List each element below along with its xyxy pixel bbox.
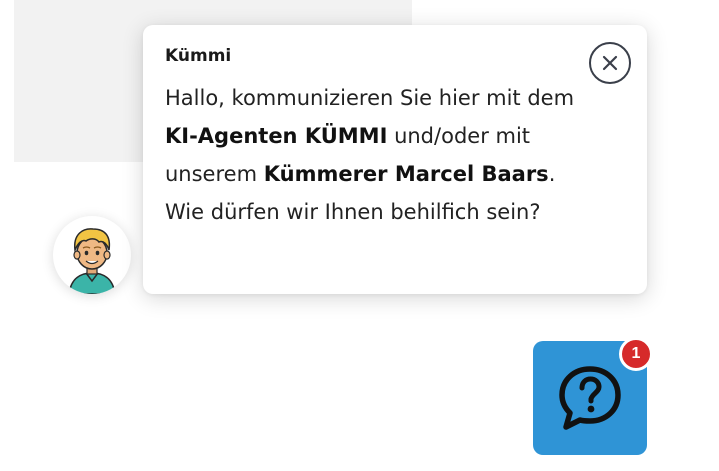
notification-badge: 1: [619, 337, 653, 371]
agent-name: Kümmi: [165, 46, 232, 66]
chat-message-text: Hallo, kommunizieren Sie hier mit dem KI…: [165, 79, 585, 231]
message-segment-bold: KI-Agenten KÜMMI: [165, 124, 388, 148]
question-speech-bubble-icon: [559, 366, 621, 430]
close-icon: [602, 55, 618, 71]
agent-avatar-icon: [68, 228, 116, 294]
close-button[interactable]: [589, 42, 631, 84]
message-segment: Hallo, kommunizieren Sie hier mit dem: [165, 86, 575, 110]
message-segment-bold: Kümmerer Marcel Baars: [263, 162, 549, 186]
agent-avatar: [53, 216, 131, 294]
chat-widget-stage: Kümmi Hallo, kommunizieren Sie hier mit …: [0, 0, 719, 471]
chat-message-popup: Kümmi Hallo, kommunizieren Sie hier mit …: [143, 25, 647, 294]
